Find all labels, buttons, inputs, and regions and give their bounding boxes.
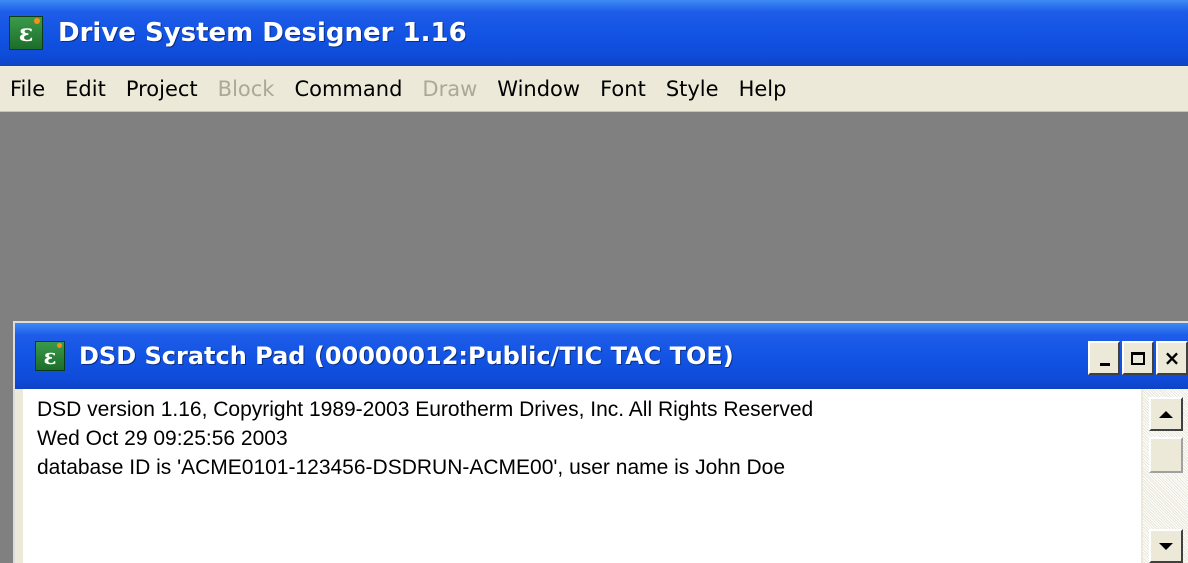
close-icon: × <box>1163 346 1181 370</box>
menu-window[interactable]: Window <box>487 66 590 112</box>
child-icon-glyph: ε <box>43 343 57 369</box>
menu-bar: File Edit Project Block Command Draw Win… <box>0 66 1188 112</box>
window-controls: × <box>1088 341 1188 375</box>
menu-file[interactable]: File <box>0 66 55 112</box>
app-icon-glyph: ε <box>18 18 34 47</box>
menu-font[interactable]: Font <box>590 66 656 112</box>
icon-star-mark <box>57 343 62 348</box>
vertical-scrollbar[interactable] <box>1143 389 1188 563</box>
text-line-database-id: database ID is 'ACME0101-123456-DSDRUN-A… <box>37 456 786 479</box>
app-titlebar[interactable]: ε Drive System Designer 1.16 <box>0 0 1188 66</box>
scroll-down-arrow-icon <box>1159 542 1173 550</box>
text-line-copyright: DSD version 1.16, Copyright 1989-2003 Eu… <box>37 398 814 421</box>
menu-help[interactable]: Help <box>729 66 797 112</box>
icon-star-mark <box>34 18 40 24</box>
scrollbar-thumb[interactable] <box>1149 437 1183 473</box>
maximize-icon <box>1131 351 1145 365</box>
scroll-up-arrow-icon <box>1159 410 1173 418</box>
menu-edit[interactable]: Edit <box>55 66 116 112</box>
menu-style[interactable]: Style <box>656 66 729 112</box>
scratch-pad-titlebar[interactable]: ε DSD Scratch Pad (00000012:Public/TIC T… <box>15 323 1188 389</box>
menu-block[interactable]: Block <box>208 66 285 112</box>
scroll-up-button[interactable] <box>1149 397 1183 431</box>
application-window: ε Drive System Designer 1.16 File Edit P… <box>0 0 1188 563</box>
scratch-pad-window[interactable]: ε DSD Scratch Pad (00000012:Public/TIC T… <box>13 321 1188 563</box>
close-button[interactable]: × <box>1156 341 1188 375</box>
app-epsilon-icon[interactable]: ε <box>9 16 43 50</box>
app-epsilon-icon[interactable]: ε <box>35 341 65 371</box>
scratch-pad-text-area[interactable]: DSD version 1.16, Copyright 1989-2003 Eu… <box>23 389 1141 563</box>
minimize-button[interactable] <box>1088 341 1120 375</box>
menu-command[interactable]: Command <box>284 66 412 112</box>
maximize-button[interactable] <box>1122 341 1154 375</box>
scroll-down-button[interactable] <box>1149 529 1183 563</box>
text-line-timestamp: Wed Oct 29 09:25:56 2003 <box>37 427 288 450</box>
menu-project[interactable]: Project <box>116 66 208 112</box>
menu-draw[interactable]: Draw <box>412 66 487 112</box>
minimize-icon <box>1100 363 1110 366</box>
app-title: Drive System Designer 1.16 <box>58 18 467 48</box>
scratch-pad-title: DSD Scratch Pad (00000012:Public/TIC TAC… <box>79 342 734 370</box>
